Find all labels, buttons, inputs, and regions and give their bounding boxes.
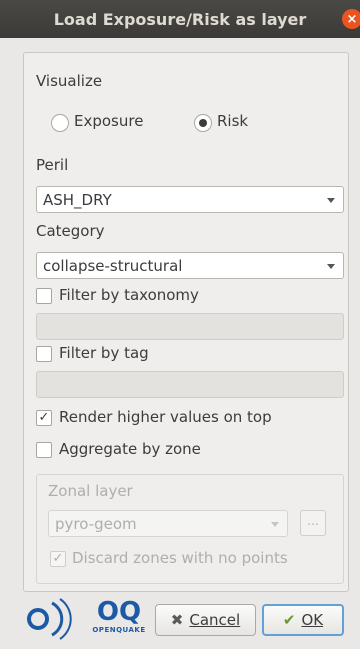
discard-zones-label[interactable]: Discard zones with no points [72,549,288,567]
render-higher-checkbox[interactable]: ✓ [36,410,52,426]
radio-exposure-label[interactable]: Exposure [74,112,143,130]
radio-exposure[interactable] [51,114,69,132]
openquake-wordmark: OQ OPENQUAKE [88,598,150,638]
peril-value: ASH_DRY [43,190,112,209]
aggregate-checkbox[interactable] [36,442,52,458]
aggregate-label[interactable]: Aggregate by zone [59,440,201,458]
chevron-down-icon [327,198,335,203]
filter-tag-label[interactable]: Filter by tag [59,344,149,362]
openquake-wave-icon [27,598,72,640]
zonal-browse-label: ... [307,514,319,528]
zonal-layer-label: Zonal layer [48,482,133,500]
zonal-layer-select[interactable]: pyro-geom [48,510,288,537]
logo-text: OQ [96,597,142,627]
tag-filter-field [36,371,344,398]
radio-selected-dot [199,119,207,127]
visualize-label: Visualize [36,72,103,90]
close-button[interactable]: × [342,9,360,29]
zonal-layer-value: pyro-geom [55,514,137,533]
chevron-down-icon [271,522,279,527]
radio-risk[interactable] [194,114,212,132]
ok-button[interactable]: ✔ OK [262,604,344,636]
category-label: Category [36,222,105,240]
window-title: Load Exposure/Risk as layer [53,9,307,29]
discard-zones-checkbox[interactable]: ✓ [50,551,66,567]
checkmark-icon: ✔ [282,611,296,629]
ok-label: OK [301,611,324,629]
category-value: collapse-structural [43,256,183,275]
cancel-label: Cancel [189,611,241,629]
openquake-logo [18,595,88,645]
filter-taxonomy-label[interactable]: Filter by taxonomy [59,286,199,304]
render-higher-label[interactable]: Render higher values on top [59,408,272,426]
logo-subtext: OPENQUAKE [92,626,146,634]
chevron-down-icon [327,264,335,269]
cancel-button[interactable]: ✖ Cancel [155,604,256,636]
zonal-browse-button[interactable]: ... [300,510,326,536]
close-icon: × [346,11,358,27]
title-bar: Load Exposure/Risk as layer × [0,0,360,38]
radio-risk-label[interactable]: Risk [217,112,248,130]
peril-select[interactable]: ASH_DRY [36,186,344,213]
filter-tag-checkbox[interactable] [36,346,52,362]
taxonomy-filter-field [36,313,344,340]
filter-taxonomy-checkbox[interactable] [36,288,52,304]
peril-label: Peril [36,156,69,174]
category-select[interactable]: collapse-structural [36,252,344,279]
cancel-icon: ✖ [170,611,184,629]
